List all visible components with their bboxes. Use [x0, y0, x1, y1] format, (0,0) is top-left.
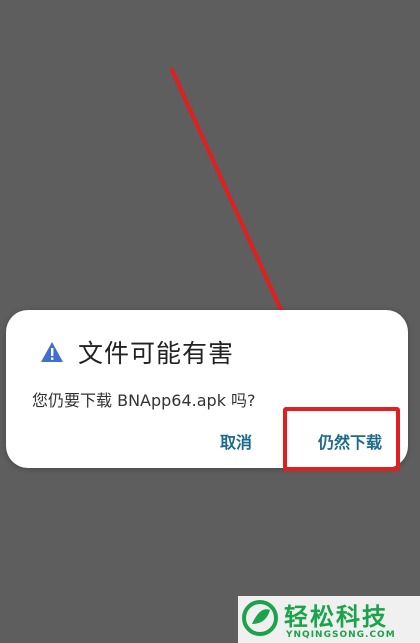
warning-icon: [40, 341, 64, 363]
highlight-box: [283, 407, 400, 471]
cancel-button[interactable]: 取消: [220, 429, 252, 453]
dialog-header: 文件可能有害: [40, 334, 234, 370]
watermark-text: 轻松科技: [284, 603, 388, 631]
watermark-subtext: YNQINGSONG.COM: [286, 630, 396, 640]
watermark: 轻松科技 YNQINGSONG.COM: [238, 596, 420, 643]
leaf-logo-icon: [242, 600, 278, 636]
dialog-message: 您仍要下载 BNApp64.apk 吗?: [32, 391, 256, 410]
dialog-title: 文件可能有害: [78, 339, 235, 368]
